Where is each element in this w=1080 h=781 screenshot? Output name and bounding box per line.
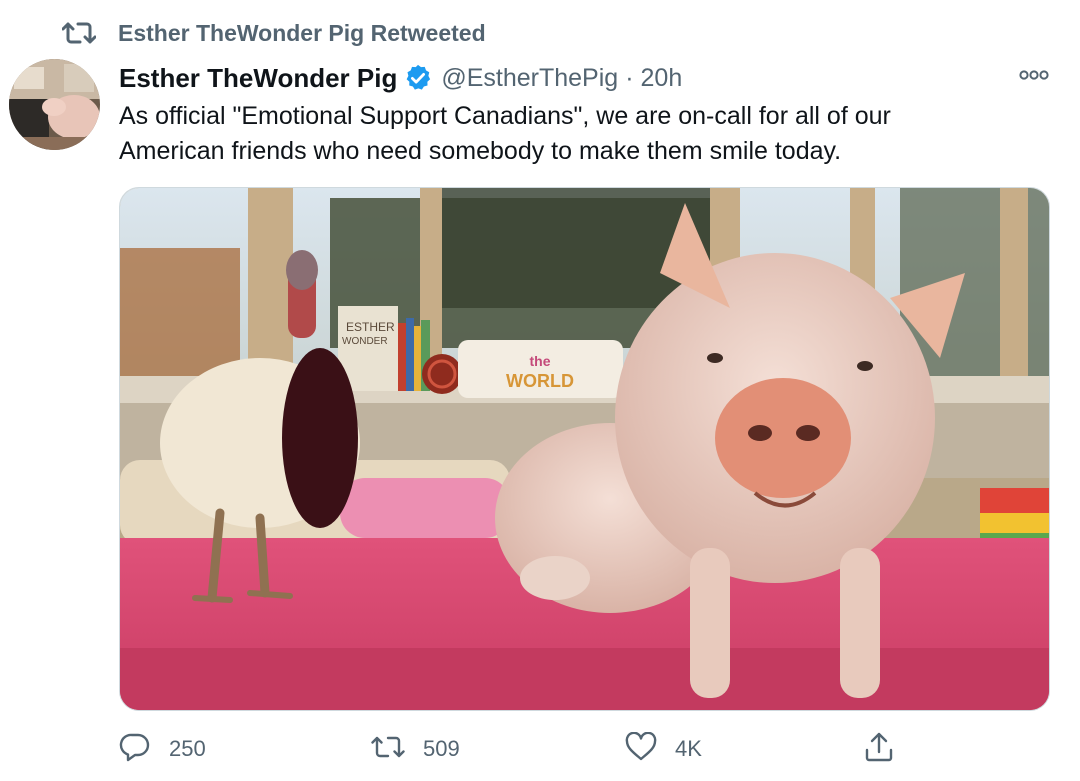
share-button[interactable]	[863, 729, 895, 769]
retweet-banner: Esther TheWonder Pig Retweeted	[62, 17, 486, 49]
verified-badge-icon	[403, 63, 433, 93]
share-icon	[863, 731, 895, 768]
pillow-text-line1: the	[530, 353, 551, 369]
book-cover-subtitle: WONDER	[342, 336, 388, 347]
retweet-action-icon	[371, 733, 405, 766]
tweet-text-line-1: As official "Emotional Support Canadians…	[119, 102, 891, 130]
heart-icon	[625, 731, 657, 767]
author-display-name[interactable]: Esther TheWonder Pig	[119, 63, 397, 94]
tweet-photo[interactable]: ESTHER WONDER the WORLD	[119, 187, 1050, 711]
retweet-count: 509	[423, 736, 460, 761]
avatar[interactable]	[9, 59, 100, 150]
tweet-timestamp[interactable]: 20h	[641, 64, 683, 93]
author-handle[interactable]: @EstherThePig	[441, 64, 618, 93]
pillow-text-line2: WORLD	[506, 371, 574, 391]
more-options-icon[interactable]	[1016, 64, 1052, 86]
tweet-text: As official "Emotional Support Canadians…	[119, 99, 1049, 169]
like-button[interactable]: 4K	[625, 729, 702, 769]
retweet-icon	[62, 17, 102, 49]
tweet-card[interactable]: Esther TheWonder Pig Retweeted Esther Th…	[0, 0, 1080, 781]
tweet-text-line-2: American friends who need somebody to ma…	[119, 137, 842, 165]
reply-button[interactable]: 250	[119, 729, 206, 769]
reply-count: 250	[169, 736, 206, 761]
header-separator: ·	[625, 63, 634, 92]
retweet-button[interactable]: 509	[371, 729, 460, 769]
retweet-banner-label[interactable]: Esther TheWonder Pig Retweeted	[118, 20, 486, 47]
tweet-header: Esther TheWonder Pig @EstherThePig · 20h	[119, 60, 682, 96]
book-cover-title: ESTHER	[346, 320, 395, 334]
reply-icon	[119, 731, 151, 768]
tweet-action-bar: 250 509 4K	[119, 729, 1050, 769]
like-count: 4K	[675, 736, 702, 761]
